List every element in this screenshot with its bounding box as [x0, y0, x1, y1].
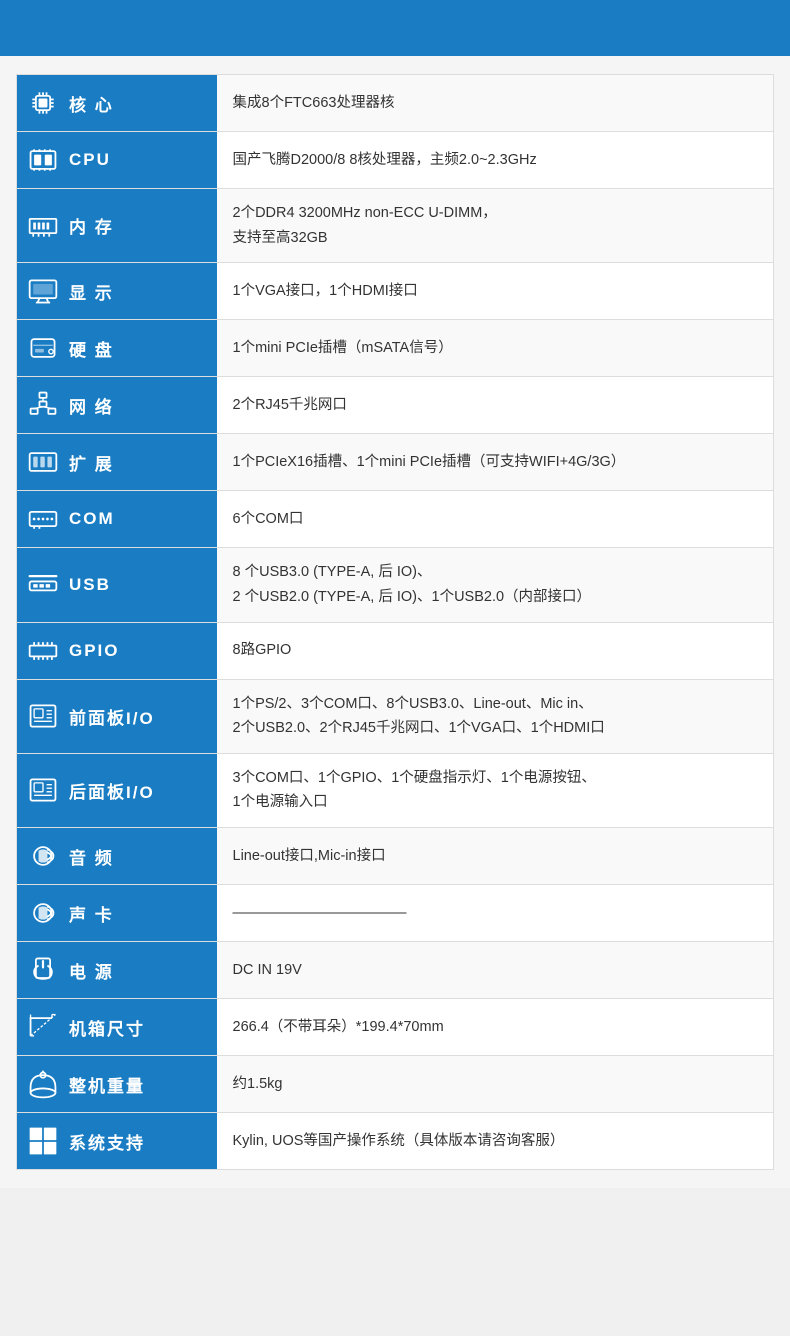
- table-row: COM 6个COM口: [17, 491, 774, 548]
- panel-icon: [25, 698, 61, 734]
- label-text-dimension: 机箱尺寸: [69, 1015, 145, 1040]
- label-text-network: 网 络: [69, 393, 114, 418]
- dimension-icon: [25, 1009, 61, 1045]
- value-cell-display: 1个VGA接口，1个HDMI接口: [217, 263, 774, 320]
- value-cell-com: 6个COM口: [217, 491, 774, 548]
- table-row: GPIO 8路GPIO: [17, 622, 774, 679]
- header: [0, 0, 790, 56]
- value-cell-cpu: 国产飞腾D2000/8 8核处理器，主频2.0~2.3GHz: [217, 132, 774, 189]
- value-cell-network: 2个RJ45千兆网口: [217, 377, 774, 434]
- label-text-audio: 音 频: [69, 844, 114, 869]
- power-icon: [25, 952, 61, 988]
- label-cell-rear-panel: 后面板I/O: [17, 753, 217, 827]
- label-text-expansion: 扩 展: [69, 450, 114, 475]
- spec-table: 核 心 集成8个FTC663处理器核 CPU 国产飞腾D2000/8 8核处理器，主频…: [16, 74, 774, 1170]
- table-row: 音 频 Line-out接口,Mic-in接口: [17, 828, 774, 885]
- value-cell-gpio: 8路GPIO: [217, 622, 774, 679]
- table-row: USB 8 个USB3.0 (TYPE-A, 后 IO)、2 个USB2.0 (T…: [17, 548, 774, 622]
- value-cell-front-panel: 1个PS/2、3个COM口、8个USB3.0、Line-out、Mic in、2…: [217, 679, 774, 753]
- os-icon: [25, 1123, 61, 1159]
- spec-table-wrapper: 核 心 集成8个FTC663处理器核 CPU 国产飞腾D2000/8 8核处理器，主频…: [0, 56, 790, 1188]
- label-cell-network: 网 络: [17, 377, 217, 434]
- label-cell-harddisk: 硬 盘: [17, 320, 217, 377]
- value-cell-rear-panel: 3个COM口、1个GPIO、1个硬盘指示灯、1个电源按钮、1个电源输入口: [217, 753, 774, 827]
- label-cell-audio: 音 频: [17, 828, 217, 885]
- label-cell-soundcard: 声 卡: [17, 885, 217, 942]
- label-text-usb: USB: [69, 575, 111, 595]
- com-icon: [25, 501, 61, 537]
- value-cell-power: DC IN 19V: [217, 942, 774, 999]
- table-row: 整机重量 约1.5kg: [17, 1056, 774, 1113]
- label-text-front-panel: 前面板I/O: [69, 704, 155, 729]
- table-row: 机箱尺寸 266.4（不带耳朵）*199.4*70mm: [17, 999, 774, 1056]
- label-cell-cpu: CPU: [17, 132, 217, 189]
- table-row: 显 示 1个VGA接口，1个HDMI接口: [17, 263, 774, 320]
- display-icon: [25, 273, 61, 309]
- label-cell-memory: 内 存: [17, 189, 217, 263]
- value-cell-soundcard: ————————————: [217, 885, 774, 942]
- audio-icon: [25, 838, 61, 874]
- table-row: CPU 国产飞腾D2000/8 8核处理器，主频2.0~2.3GHz: [17, 132, 774, 189]
- cpu-icon: [25, 142, 61, 178]
- label-text-power: 电 源: [69, 958, 114, 983]
- label-cell-usb: USB: [17, 548, 217, 622]
- table-row: 前面板I/O 1个PS/2、3个COM口、8个USB3.0、Line-out、Mi…: [17, 679, 774, 753]
- table-row: 核 心 集成8个FTC663处理器核: [17, 75, 774, 132]
- table-row: 扩 展 1个PCIeX16插槽、1个mini PCIe插槽（可支持WIFI+4G/…: [17, 434, 774, 491]
- label-cell-com: COM: [17, 491, 217, 548]
- label-cell-gpio: GPIO: [17, 622, 217, 679]
- label-text-rear-panel: 后面板I/O: [69, 778, 155, 803]
- value-cell-weight: 约1.5kg: [217, 1056, 774, 1113]
- label-text-memory: 内 存: [69, 213, 114, 238]
- label-cell-os: 系统支持: [17, 1113, 217, 1170]
- gpio-icon: [25, 633, 61, 669]
- expansion-icon: [25, 444, 61, 480]
- value-cell-audio: Line-out接口,Mic-in接口: [217, 828, 774, 885]
- panel-icon: [25, 772, 61, 808]
- table-row: 电 源 DC IN 19V: [17, 942, 774, 999]
- value-cell-dimension: 266.4（不带耳朵）*199.4*70mm: [217, 999, 774, 1056]
- table-row: 硬 盘 1个mini PCIe插槽（mSATA信号）: [17, 320, 774, 377]
- memory-icon: [25, 208, 61, 244]
- label-text-os: 系统支持: [69, 1129, 145, 1154]
- table-row: 系统支持 Kylin, UOS等国产操作系统（具体版本请咨询客服）: [17, 1113, 774, 1170]
- value-cell-memory: 2个DDR4 3200MHz non-ECC U-DIMM，支持至高32GB: [217, 189, 774, 263]
- label-cell-dimension: 机箱尺寸: [17, 999, 217, 1056]
- label-cell-power: 电 源: [17, 942, 217, 999]
- table-row: 后面板I/O 3个COM口、1个GPIO、1个硬盘指示灯、1个电源按钮、1个电源输…: [17, 753, 774, 827]
- value-cell-expansion: 1个PCIeX16插槽、1个mini PCIe插槽（可支持WIFI+4G/3G）: [217, 434, 774, 491]
- usb-icon: [25, 567, 61, 603]
- label-text-core: 核 心: [69, 91, 114, 116]
- table-row: 网 络 2个RJ45千兆网口: [17, 377, 774, 434]
- label-cell-expansion: 扩 展: [17, 434, 217, 491]
- label-text-display: 显 示: [69, 279, 114, 304]
- label-text-com: COM: [69, 509, 115, 529]
- page-wrapper: 核 心 集成8个FTC663处理器核 CPU 国产飞腾D2000/8 8核处理器，主频…: [0, 0, 790, 1188]
- label-cell-weight: 整机重量: [17, 1056, 217, 1113]
- label-cell-core: 核 心: [17, 75, 217, 132]
- network-icon: [25, 387, 61, 423]
- table-row: 声 卡 ————————————: [17, 885, 774, 942]
- audio-icon: [25, 895, 61, 931]
- value-cell-core: 集成8个FTC663处理器核: [217, 75, 774, 132]
- value-cell-harddisk: 1个mini PCIe插槽（mSATA信号）: [217, 320, 774, 377]
- value-cell-os: Kylin, UOS等国产操作系统（具体版本请咨询客服）: [217, 1113, 774, 1170]
- weight-icon: [25, 1066, 61, 1102]
- label-cell-front-panel: 前面板I/O: [17, 679, 217, 753]
- label-text-gpio: GPIO: [69, 641, 120, 661]
- value-cell-usb: 8 个USB3.0 (TYPE-A, 后 IO)、2 个USB2.0 (TYPE…: [217, 548, 774, 622]
- label-text-weight: 整机重量: [69, 1072, 145, 1097]
- cpu-chip-icon: [25, 85, 61, 121]
- table-row: 内 存 2个DDR4 3200MHz non-ECC U-DIMM，支持至高32G…: [17, 189, 774, 263]
- label-cell-display: 显 示: [17, 263, 217, 320]
- label-text-soundcard: 声 卡: [69, 901, 114, 926]
- harddisk-icon: [25, 330, 61, 366]
- label-text-harddisk: 硬 盘: [69, 336, 114, 361]
- label-text-cpu: CPU: [69, 150, 111, 170]
